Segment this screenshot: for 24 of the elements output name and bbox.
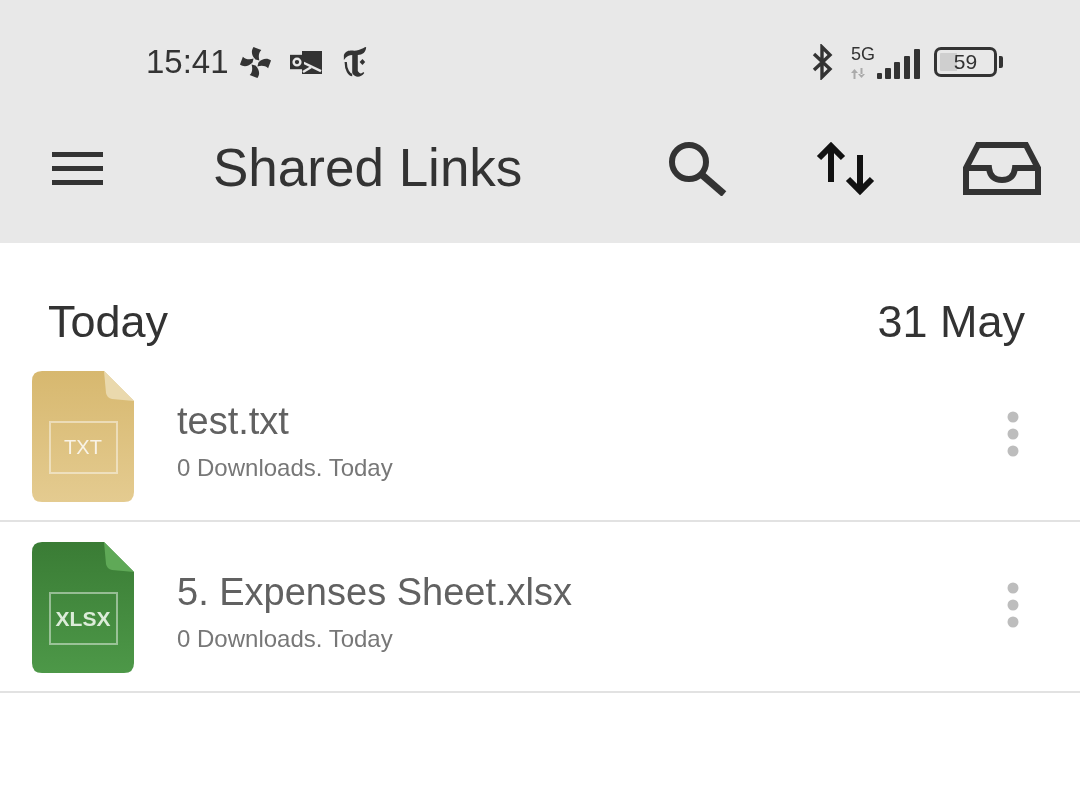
battery-percent: 59 <box>953 51 978 73</box>
section-title: Today <box>48 297 169 347</box>
menu-icon[interactable] <box>52 151 103 185</box>
network-type-label: 5G <box>851 45 875 64</box>
file-type-label: TXT <box>48 421 118 474</box>
signal-icon <box>877 49 921 79</box>
search-icon[interactable] <box>666 140 728 196</box>
file-icon <box>32 371 134 502</box>
file-name: test.txt <box>177 399 289 444</box>
status-time: 15:41 <box>146 42 229 82</box>
screen-title: Shared Links <box>213 137 524 199</box>
pinwheel-icon <box>238 45 272 79</box>
data-arrows-icon <box>851 68 865 79</box>
bluetooth-icon <box>811 44 835 80</box>
file-name: 5. Expenses Sheet.xlsx <box>177 570 572 615</box>
tray-icon[interactable] <box>963 141 1041 195</box>
envelope-icon <box>289 50 322 74</box>
gothic-t-icon <box>341 46 368 78</box>
file-icon <box>32 542 134 673</box>
sort-icon[interactable] <box>815 140 876 196</box>
file-details: 0 Downloads. Today <box>177 624 393 654</box>
file-details: 0 Downloads. Today <box>177 453 393 483</box>
section-date: 31 May <box>877 297 1025 347</box>
file-type-label: XLSX <box>48 592 118 645</box>
